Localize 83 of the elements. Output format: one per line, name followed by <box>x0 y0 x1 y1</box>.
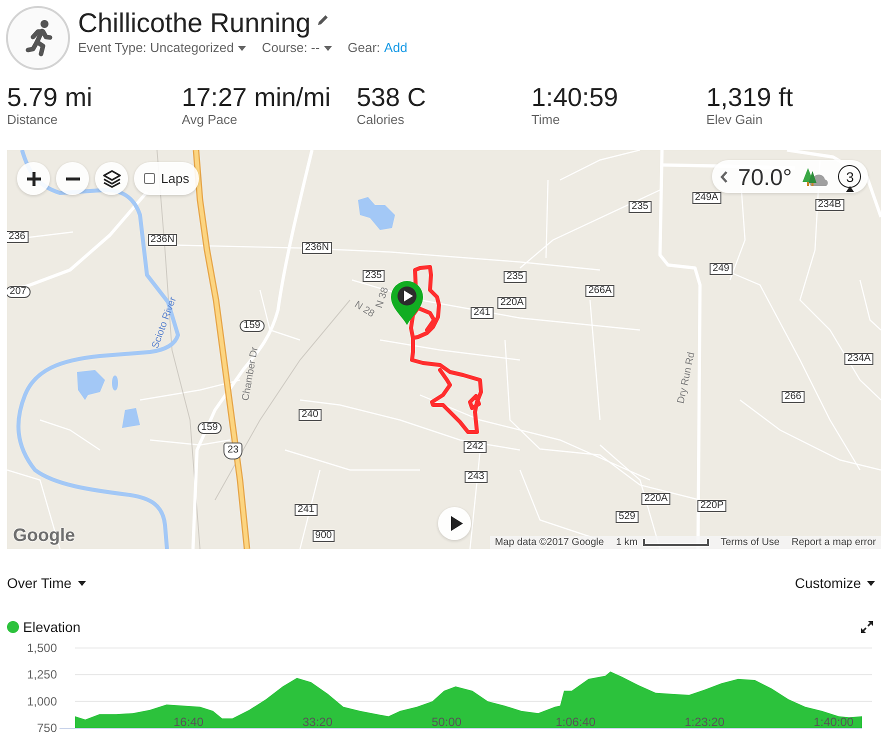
map-logo: Google <box>13 525 75 545</box>
road-sign: 234B <box>814 199 844 211</box>
minus-icon <box>66 176 80 180</box>
stat-label: Time <box>531 112 561 128</box>
stat-value: 17:27 min/mi <box>182 82 332 112</box>
road-sign: 220A <box>497 296 527 308</box>
temperature-text: 70.0° <box>738 164 792 190</box>
street-name: N 38 <box>374 286 392 310</box>
road-sign: 236 <box>7 230 28 242</box>
stat-value: 5.79 mi <box>7 82 94 112</box>
road-sign: 241 <box>294 504 318 516</box>
road-sign: 234A <box>844 353 874 365</box>
river-name: Scioto River <box>150 295 178 350</box>
y-axis-label: 1,500 <box>26 641 57 655</box>
x-axis-label: 1:40:00 <box>814 715 854 729</box>
lake-shape <box>358 197 395 230</box>
road-sign: 236N <box>148 234 178 246</box>
laps-checkbox[interactable] <box>144 173 155 184</box>
road-sign: 236N <box>302 242 332 254</box>
course-dropdown[interactable]: Course: -- <box>262 40 332 56</box>
road-sign: 243 <box>464 470 488 482</box>
y-axis-label: 1,000 <box>26 694 57 708</box>
road-sign: 207 <box>7 286 30 298</box>
caret-icon <box>867 580 875 586</box>
road-sign: 235 <box>504 270 526 282</box>
lake-shape <box>112 376 118 390</box>
scale-bar-icon <box>642 539 709 546</box>
layers-icon <box>102 170 120 188</box>
caret-icon <box>238 46 246 50</box>
road-sign: 240 <box>298 409 322 421</box>
lake-shape <box>122 408 140 428</box>
street-name: N 28 <box>352 300 376 320</box>
road-sign: 900 <box>312 530 335 542</box>
x-axis-label: 50:00 <box>432 715 462 729</box>
stat-label: Calories <box>356 112 406 128</box>
view-dropdown[interactable]: Over Time <box>7 575 86 591</box>
pencil-icon[interactable] <box>316 14 329 26</box>
chevron-left-icon[interactable] <box>720 170 728 182</box>
play-icon <box>450 516 462 531</box>
legend-label: Elevation <box>23 619 81 635</box>
road-sign: 220A <box>641 492 671 504</box>
stat-value: 538 C <box>356 82 427 112</box>
scale-label: 1 km <box>616 536 638 549</box>
report-link[interactable]: Report a map error <box>792 536 876 549</box>
x-axis-label: 1:23:20 <box>684 715 725 729</box>
road-sign: 266 <box>782 390 804 402</box>
road-sign: 266A <box>585 285 615 297</box>
road-sign: 235 <box>362 270 385 282</box>
street-name: Chamber Dr <box>240 346 260 402</box>
map-data-text: Map data ©2017 Google <box>494 536 604 549</box>
start-marker-icon[interactable] <box>391 281 423 325</box>
event-type-dropdown[interactable]: Event Type: Uncategorized <box>78 40 246 56</box>
y-axis-label: 1,250 <box>26 668 57 682</box>
caret-icon <box>78 580 86 586</box>
road-sign: 529 <box>616 511 638 523</box>
road-sign: 159 <box>240 320 264 332</box>
lake-shape <box>77 370 105 400</box>
tree-cloud-icon <box>802 166 828 186</box>
road-sign: 220P <box>697 500 727 512</box>
stat-label: Avg Pace <box>182 112 238 128</box>
customize-dropdown[interactable]: Customize <box>794 575 875 591</box>
stat-label: Distance <box>7 112 59 128</box>
plus-icon <box>26 172 40 186</box>
y-axis-label: 750 <box>36 721 57 735</box>
stat-label: Elev Gain <box>706 112 764 128</box>
activity-title: Chillicothe Running <box>78 7 311 40</box>
laps-toggle[interactable]: Laps <box>134 162 200 195</box>
gear-label: Gear: <box>348 40 380 56</box>
caret-icon <box>324 46 332 50</box>
terms-link[interactable]: Terms of Use <box>720 536 780 549</box>
expand-icon[interactable] <box>861 621 873 633</box>
wind-indicator: 3 <box>838 164 862 192</box>
road-sign: 249 <box>710 263 732 275</box>
road-sign: 242 <box>464 440 486 452</box>
x-axis-label: 33:20 <box>302 715 333 729</box>
road-sign: 235 <box>628 200 652 212</box>
x-axis-label: 16:40 <box>173 715 204 729</box>
stat-value: 1:40:59 <box>531 82 620 112</box>
running-person-icon <box>6 6 70 70</box>
road-sign: 241 <box>470 307 494 319</box>
street-name: Dry Run Rd <box>676 351 697 405</box>
x-axis-label: 1:06:40 <box>556 715 596 729</box>
stat-value: 1,319 ft <box>706 82 794 112</box>
